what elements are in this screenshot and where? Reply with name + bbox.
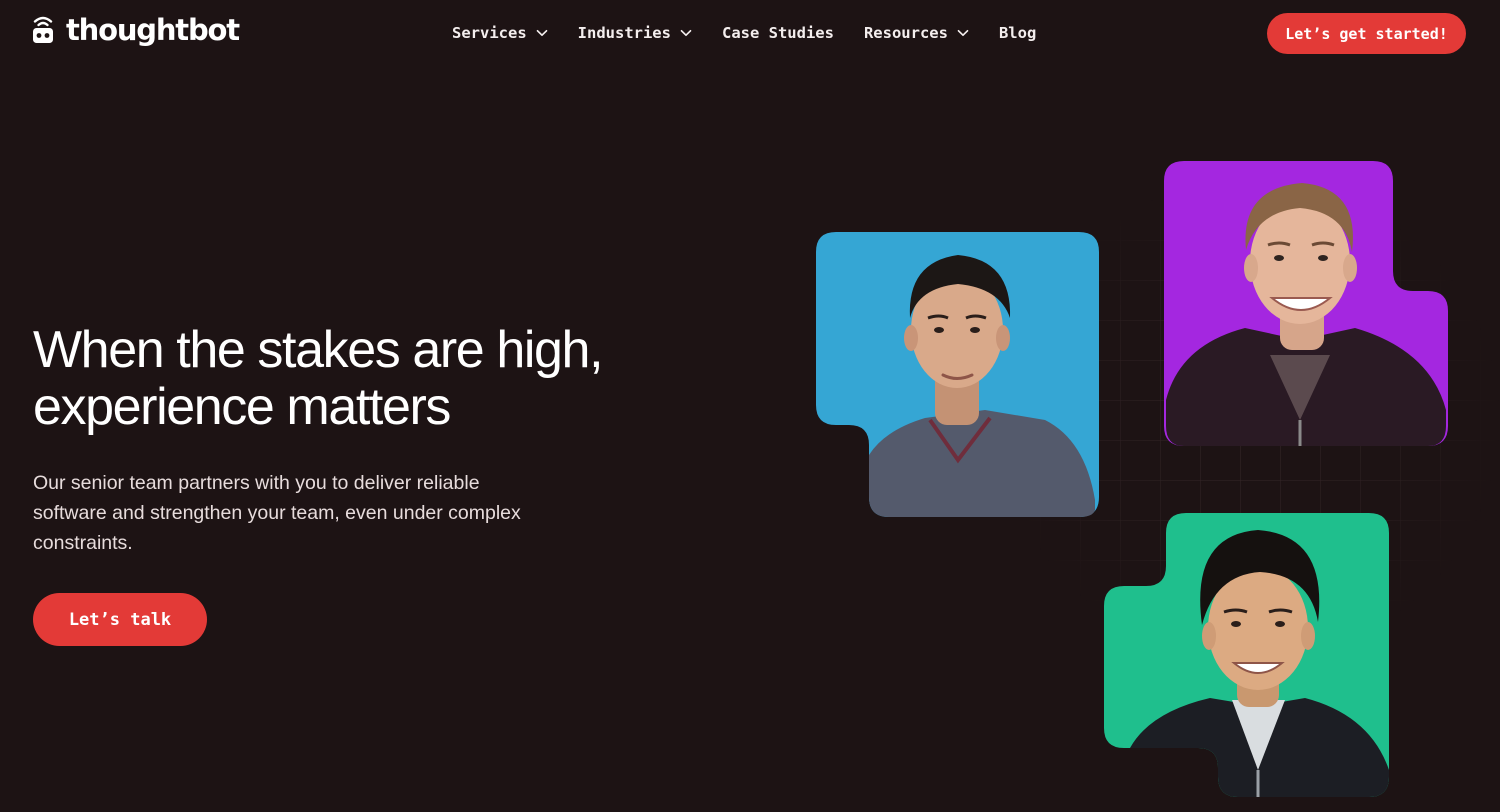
get-started-button[interactable]: Let’s get started! [1267, 13, 1466, 54]
site-header: thoughtbot Services Industries Case Stud… [0, 0, 1500, 66]
hero-title-line-1: When the stakes are high, [33, 321, 604, 379]
nav-item-label: Services [452, 24, 527, 42]
lets-talk-button[interactable]: Let’s talk [33, 593, 207, 646]
nav-item-resources[interactable]: Resources [864, 24, 969, 42]
background-grid [1000, 180, 1500, 660]
robot-logo-icon [33, 16, 53, 43]
chevron-down-icon [680, 29, 692, 37]
nav-item-label: Case Studies [721, 24, 834, 42]
nav-item-services[interactable]: Services [452, 24, 548, 42]
hero-title-line-2: experience matters [33, 378, 451, 436]
chevron-down-icon [957, 29, 969, 37]
nav-item-label: Industries [577, 24, 671, 42]
portrait-card-purple [1164, 161, 1448, 446]
logo-link[interactable]: thoughtbot [32, 12, 240, 48]
portrait-card-green [1104, 513, 1389, 797]
hero-subtitle: Our senior team partners with you to del… [33, 472, 521, 554]
chevron-down-icon [536, 29, 548, 37]
nav-item-blog[interactable]: Blog [999, 24, 1036, 42]
hero-title: When the stakes are high, experience mat… [33, 322, 713, 436]
nav-item-label: Blog [998, 24, 1037, 42]
nav-item-case-studies[interactable]: Case Studies [722, 24, 834, 42]
nav-item-industries[interactable]: Industries [578, 24, 692, 42]
portrait-card-blue [816, 232, 1099, 517]
nav-item-label: Resources [863, 24, 948, 42]
main-nav: Services Industries Case Studies Resourc… [452, 20, 1036, 46]
logo-wordmark: thoughtbot [66, 13, 240, 47]
